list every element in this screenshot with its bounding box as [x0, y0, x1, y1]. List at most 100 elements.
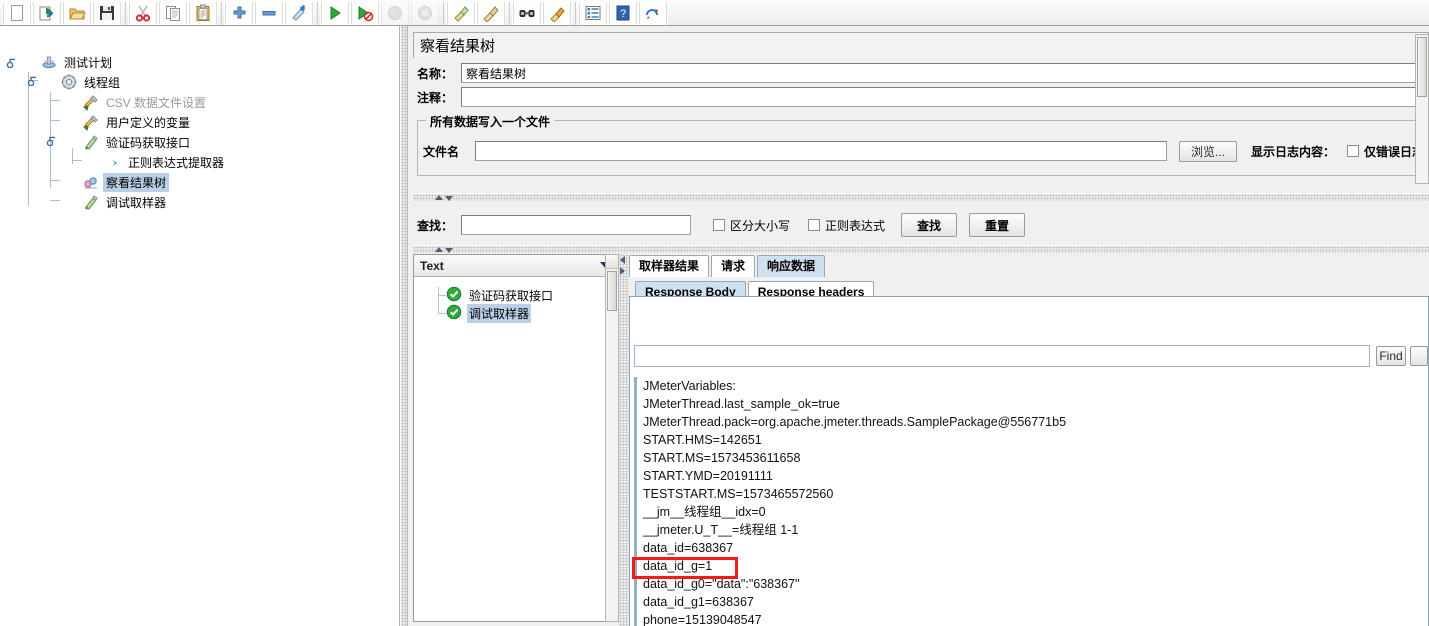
- tree-connector: [50, 200, 60, 201]
- tree-node-user-defined-variables[interactable]: 用户定义的变量: [82, 112, 193, 132]
- tree-node-label: 用户定义的变量: [106, 115, 191, 130]
- results-tree-panel[interactable]: Text 验证码获取接口 调试取样器: [413, 254, 617, 622]
- comment-row: 注释：: [417, 86, 1429, 108]
- clear-icon[interactable]: [446, 0, 476, 25]
- comment-label: 注释：: [417, 90, 454, 105]
- name-input[interactable]: 察看结果树: [461, 63, 1423, 83]
- cut-icon[interactable]: [128, 0, 158, 25]
- tree-expander-http-sampler[interactable]: [46, 135, 57, 146]
- tree-node-test-plan[interactable]: 测试计划: [40, 52, 115, 72]
- tree-connector: [50, 120, 60, 121]
- result-item-1[interactable]: 调试取样器: [446, 303, 532, 323]
- tree-node-label: 察看结果树: [103, 172, 170, 192]
- tree-expander-test-plan[interactable]: [6, 57, 17, 68]
- response-line: data_id_g1=638367: [643, 595, 754, 609]
- success-icon: [446, 304, 464, 322]
- response-pane: 取样器结果 请求 响应数据 Response Body Response hea…: [629, 254, 1429, 626]
- expand-all-icon[interactable]: [224, 0, 254, 25]
- find-bar: Find: [634, 343, 1428, 369]
- undo-redo-icon[interactable]: [638, 0, 668, 25]
- tree-connector: [72, 160, 82, 161]
- renderer-select[interactable]: Text: [414, 255, 616, 277]
- tab-sampler-result[interactable]: 取样器结果: [629, 255, 710, 277]
- debug-sampler-icon: [82, 193, 100, 211]
- main-toolbar: ?: [0, 0, 1429, 26]
- comment-input[interactable]: [461, 87, 1423, 107]
- clear-all-icon[interactable]: [476, 0, 506, 25]
- response-line: phone=15139048547: [643, 613, 762, 626]
- tree-node-csv-data-set[interactable]: CSV 数据文件设置: [82, 92, 209, 112]
- help-icon[interactable]: ?: [608, 0, 638, 25]
- function-helper-icon[interactable]: [578, 0, 608, 25]
- tree-node-http-sampler[interactable]: 验证码获取接口: [82, 132, 193, 152]
- scrollbar-thumb[interactable]: [1417, 37, 1427, 97]
- search-input[interactable]: [461, 215, 691, 235]
- results-split-divider[interactable]: [619, 254, 629, 626]
- scrollbar-thumb[interactable]: [607, 271, 617, 311]
- main-split-divider[interactable]: [400, 26, 408, 626]
- regex-extractor-icon: [104, 153, 122, 171]
- response-line: START.YMD=20191111: [643, 469, 773, 483]
- tree-node-label: CSV 数据文件设置: [106, 95, 207, 110]
- tree-node-label: 正则表达式提取器: [128, 155, 225, 170]
- copy-icon[interactable]: [158, 0, 188, 25]
- jmeter-window: ? 测试计划 线程组 CSV 数据文件设置 用户定义的变量 验证码获取接口 正则…: [0, 0, 1429, 626]
- tree-node-regex-extractor[interactable]: 正则表达式提取器: [104, 152, 227, 172]
- lower-split-divider[interactable]: [413, 245, 1429, 253]
- open-icon[interactable]: [62, 0, 92, 25]
- errors-only-checkbox[interactable]: 仅错误日志: [1347, 143, 1424, 160]
- find-input[interactable]: [634, 345, 1370, 367]
- find-bar-button[interactable]: Find: [1376, 346, 1406, 366]
- tree-node-thread-group[interactable]: 线程组: [60, 72, 123, 92]
- start-icon[interactable]: [320, 0, 350, 25]
- results-tree-scrollbar[interactable]: [605, 254, 619, 622]
- tab-request[interactable]: 请求: [711, 255, 756, 277]
- templates-icon[interactable]: [32, 0, 62, 25]
- response-line: JMeterThread.pack=org.apache.jmeter.thre…: [643, 415, 1067, 429]
- page-title: 察看结果树: [413, 32, 1429, 58]
- find-options-button[interactable]: [1410, 346, 1428, 366]
- find-button[interactable]: 查找: [901, 213, 958, 237]
- name-row: 名称： 察看结果树: [417, 62, 1429, 84]
- checkbox-box[interactable]: [1347, 145, 1360, 157]
- collapse-all-icon[interactable]: [254, 0, 284, 25]
- tree-connector: [438, 313, 446, 314]
- response-editor: Find JMeterVariables: JMeterThread.last_…: [629, 296, 1429, 626]
- checkbox-box[interactable]: [808, 219, 821, 231]
- reset-button[interactable]: 重置: [969, 213, 1026, 237]
- search-icon[interactable]: [512, 0, 542, 25]
- main-tabstrip: 取样器结果 请求 响应数据: [629, 254, 827, 277]
- browse-button[interactable]: 浏览...: [1179, 140, 1237, 162]
- response-line: __jm__线程组__idx=0: [643, 505, 766, 519]
- tree-node-label: 验证码获取接口: [106, 135, 191, 150]
- filename-input[interactable]: [475, 141, 1167, 161]
- tree-connector: [438, 287, 439, 313]
- checkbox-box[interactable]: [713, 219, 725, 231]
- split-arrows[interactable]: [435, 246, 453, 253]
- response-line: TESTSTART.MS=1573465572560: [643, 487, 834, 501]
- upper-split-divider[interactable]: [413, 193, 1429, 201]
- csv-data-set-icon: [82, 93, 100, 111]
- regex-checkbox[interactable]: 正则表达式: [808, 217, 885, 234]
- tree-connector: [438, 295, 446, 296]
- case-sensitive-checkbox[interactable]: 区分大小写: [713, 217, 790, 234]
- toggle-icon[interactable]: [284, 0, 314, 25]
- start-no-timers-icon[interactable]: [350, 0, 380, 25]
- save-icon[interactable]: [92, 0, 122, 25]
- split-arrows[interactable]: [435, 194, 453, 201]
- tab-response-data[interactable]: 响应数据: [757, 255, 826, 277]
- paste-icon[interactable]: [188, 0, 218, 25]
- view-results-tree-panel: 察看结果树 名称： 察看结果树 注释： 所有数据写入一个文件 文件名 浏览...…: [409, 26, 1429, 626]
- tree-node-debug-sampler[interactable]: 调试取样器: [82, 192, 169, 212]
- split-arrows[interactable]: [620, 256, 625, 275]
- new-icon[interactable]: [2, 0, 32, 25]
- tree-expander-thread-group[interactable]: [27, 75, 38, 86]
- search-row: 查找： 区分大小写 正则表达式 查找 重置: [417, 208, 1429, 242]
- scroll-up-arrow[interactable]: [606, 255, 618, 269]
- response-body-text[interactable]: JMeterVariables: JMeterThread.last_sampl…: [634, 377, 1424, 626]
- main-panel-scrollbar[interactable]: [1415, 34, 1429, 184]
- tree-node-view-results-tree[interactable]: 察看结果树: [82, 172, 170, 192]
- test-plan-tree[interactable]: 测试计划 线程组 CSV 数据文件设置 用户定义的变量 验证码获取接口 正则表达…: [0, 26, 400, 626]
- reset-search-icon[interactable]: [542, 0, 572, 25]
- result-item-0[interactable]: 验证码获取接口: [446, 286, 555, 304]
